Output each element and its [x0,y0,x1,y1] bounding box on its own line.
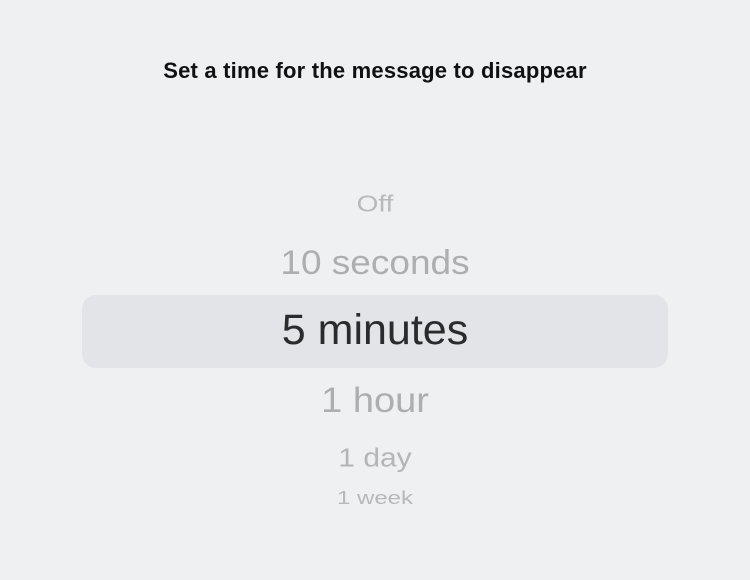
picker-option-5-minutes-selected[interactable]: 5 minutes [0,306,750,355]
dialog-title: Set a time for the message to disappear [163,58,587,83]
picker-option-10-seconds[interactable]: 10 seconds [0,244,750,283]
picker-option-1-week-clip: 1 week [0,488,750,504]
time-picker-wheel[interactable]: Off 10 seconds 5 minutes 1 hour 1 day 1 … [0,170,750,510]
picker-option-off[interactable]: Off [0,191,750,217]
picker-option-1-day[interactable]: 1 day [0,445,750,474]
picker-option-1-hour[interactable]: 1 hour [0,382,750,422]
picker-option-1-week[interactable]: 1 week [0,488,750,504]
disappearing-message-sheet: Set a time for the message to disappear … [0,0,750,580]
